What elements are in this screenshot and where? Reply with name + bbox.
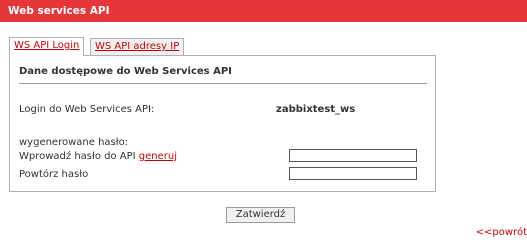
login-label: Login do Web Services API:: [19, 104, 155, 115]
generate-link[interactable]: generuj: [139, 151, 177, 162]
password-label-row: Wprowadź hasło do API generuj: [19, 151, 177, 162]
login-panel: Dane dostępowe do Web Services API Login…: [9, 55, 436, 192]
password-field[interactable]: [289, 149, 417, 162]
page-header: Web services API: [0, 0, 527, 22]
password-label: Wprowadź hasło do API: [19, 151, 136, 162]
back-link[interactable]: <<powrót: [476, 227, 527, 238]
generated-password-label: wygenerowane hasło:: [19, 137, 129, 148]
repeat-password-label: Powtórz hasło: [19, 169, 89, 180]
page-title: Web services API: [8, 5, 110, 17]
section-divider: [19, 83, 427, 84]
login-value: zabbixtest_ws: [276, 104, 356, 115]
repeat-password-field[interactable]: [289, 167, 417, 180]
section-title: Dane dostępowe do Web Services API: [19, 66, 232, 77]
submit-button[interactable]: Zatwierdź: [226, 207, 295, 223]
tab-ws-api-adresy-ip[interactable]: WS API adresy IP: [90, 38, 185, 55]
tab-ws-api-login[interactable]: WS API Login: [9, 37, 85, 56]
